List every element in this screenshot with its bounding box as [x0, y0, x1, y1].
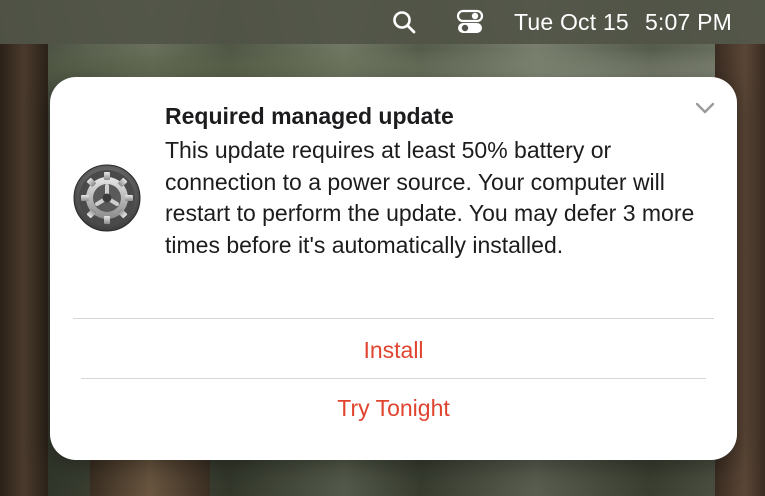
chevron-down-icon[interactable]: [693, 99, 717, 117]
wallpaper-trunk: [0, 44, 48, 496]
try-tonight-button[interactable]: Try Tonight: [50, 395, 737, 422]
divider: [81, 378, 706, 379]
menu-bar: Tue Oct 15 5:07 PM: [0, 0, 765, 44]
divider: [73, 318, 714, 319]
control-center-icon[interactable]: [456, 8, 484, 36]
menubar-date[interactable]: Tue Oct 15: [514, 9, 629, 36]
menubar-time[interactable]: 5:07 PM: [645, 9, 732, 36]
search-icon[interactable]: [390, 8, 418, 36]
notification-title: Required managed update: [165, 103, 454, 129]
notification-banner[interactable]: Required managed update This update requ…: [50, 77, 737, 460]
system-preferences-gear-icon: [72, 163, 142, 233]
install-button[interactable]: Install: [50, 337, 737, 364]
notification-body: This update requires at least 50% batter…: [165, 137, 695, 258]
